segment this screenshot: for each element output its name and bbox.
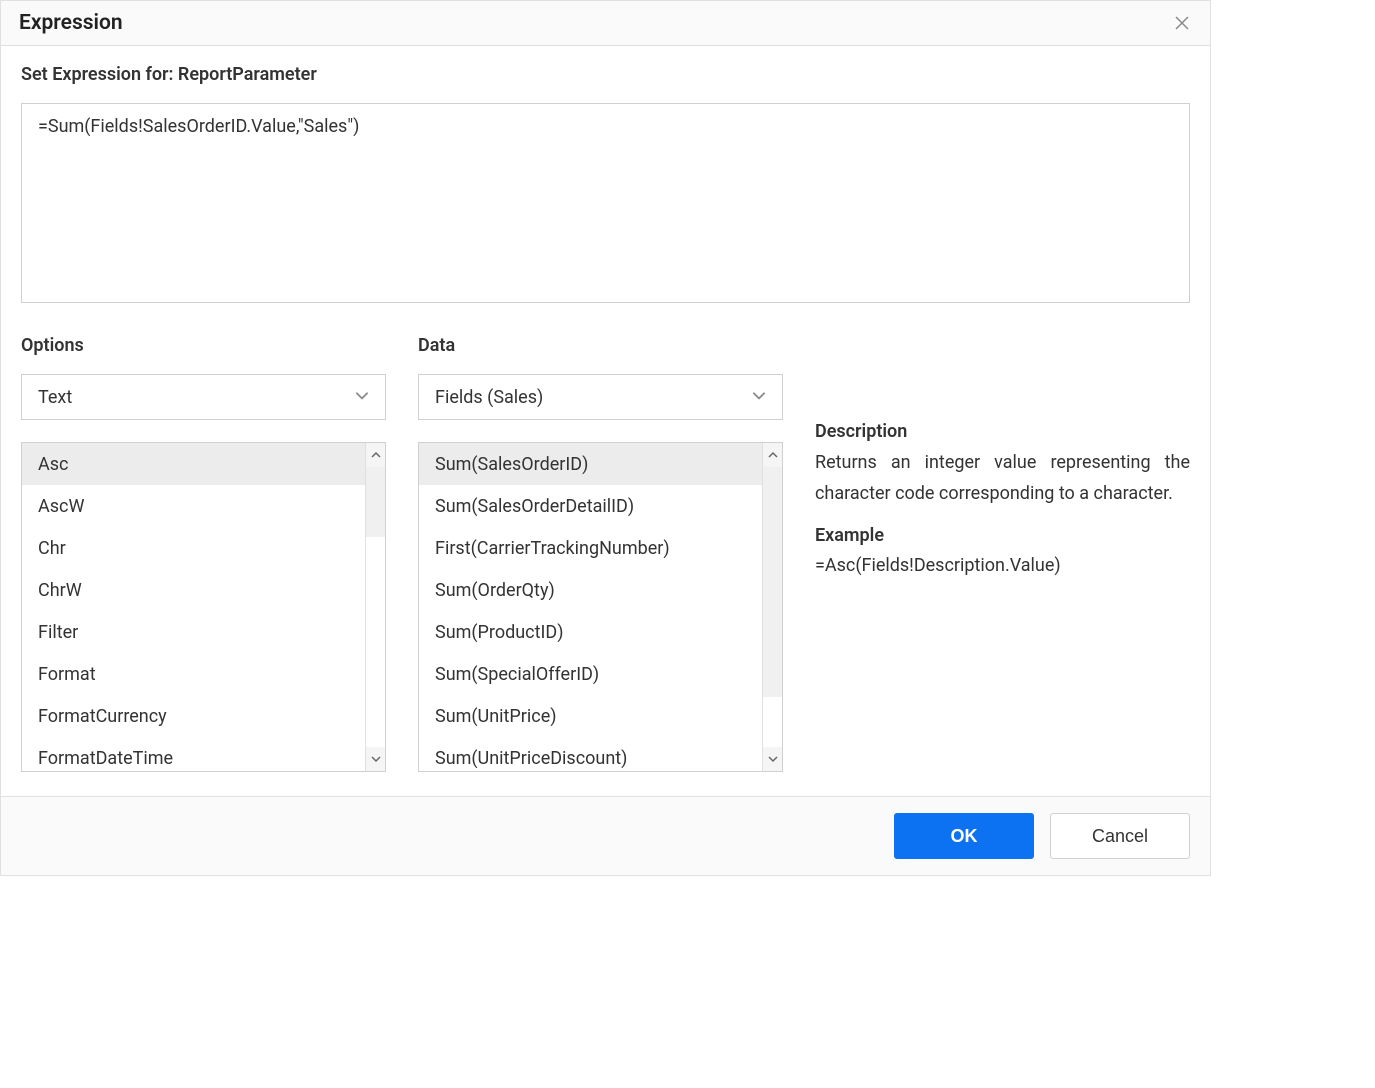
close-icon[interactable] [1172, 13, 1192, 33]
dialog-footer: OK Cancel [1, 796, 1210, 875]
description-text: Returns an integer value representing th… [815, 448, 1190, 509]
scroll-track[interactable] [763, 467, 782, 747]
options-list-items: Asc AscW Chr ChrW Filter Format FormatCu… [22, 443, 365, 771]
list-item[interactable]: FormatDateTime [22, 737, 365, 771]
ok-button[interactable]: OK [894, 813, 1034, 859]
data-label: Data [418, 335, 783, 356]
list-item[interactable]: Sum(UnitPrice) [419, 695, 762, 737]
options-select[interactable]: Text [21, 374, 386, 420]
scroll-track[interactable] [366, 467, 385, 747]
columns: Options Text Asc AscW Chr ChrW Filter Fo… [21, 335, 1190, 772]
list-item[interactable]: Sum(SalesOrderID) [419, 443, 762, 485]
data-column: Data Fields (Sales) Sum(SalesOrderID) Su… [418, 335, 783, 772]
list-item[interactable]: Sum(SpecialOfferID) [419, 653, 762, 695]
list-item[interactable]: Sum(SalesOrderDetailID) [419, 485, 762, 527]
example-heading: Example [815, 525, 1190, 546]
list-item[interactable]: Asc [22, 443, 365, 485]
data-select[interactable]: Fields (Sales) [418, 374, 783, 420]
data-listbox: Sum(SalesOrderID) Sum(SalesOrderDetailID… [418, 442, 783, 772]
list-item[interactable]: Filter [22, 611, 365, 653]
dialog-body: Set Expression for: ReportParameter Opti… [1, 46, 1210, 796]
list-item[interactable]: Sum(UnitPriceDiscount) [419, 737, 762, 771]
scroll-down-icon[interactable] [366, 747, 385, 771]
data-list-items: Sum(SalesOrderID) Sum(SalesOrderDetailID… [419, 443, 762, 771]
chevron-down-icon [353, 386, 371, 408]
expression-dialog: Expression Set Expression for: ReportPar… [0, 0, 1211, 876]
list-item[interactable]: ChrW [22, 569, 365, 611]
options-listbox: Asc AscW Chr ChrW Filter Format FormatCu… [21, 442, 386, 772]
list-item[interactable]: Sum(OrderQty) [419, 569, 762, 611]
set-expression-label: Set Expression for: ReportParameter [21, 64, 1190, 85]
description-column: Description Returns an integer value rep… [815, 335, 1190, 772]
cancel-button[interactable]: Cancel [1050, 813, 1190, 859]
list-item[interactable]: Format [22, 653, 365, 695]
description-heading: Description [815, 421, 1190, 442]
scroll-up-icon[interactable] [366, 443, 385, 467]
list-item[interactable]: AscW [22, 485, 365, 527]
options-column: Options Text Asc AscW Chr ChrW Filter Fo… [21, 335, 386, 772]
dialog-header: Expression [1, 1, 1210, 46]
list-item[interactable]: Chr [22, 527, 365, 569]
list-item[interactable]: FormatCurrency [22, 695, 365, 737]
scroll-thumb[interactable] [366, 467, 385, 537]
options-scrollbar[interactable] [365, 443, 385, 771]
list-item[interactable]: Sum(ProductID) [419, 611, 762, 653]
chevron-down-icon [750, 386, 768, 408]
expression-textarea[interactable] [21, 103, 1190, 303]
scroll-up-icon[interactable] [763, 443, 782, 467]
dialog-title: Expression [19, 11, 123, 35]
scroll-thumb[interactable] [763, 467, 782, 697]
data-scrollbar[interactable] [762, 443, 782, 771]
options-select-value: Text [38, 387, 72, 408]
example-text: =Asc(Fields!Description.Value) [815, 552, 1190, 581]
options-label: Options [21, 335, 386, 356]
scroll-down-icon[interactable] [763, 747, 782, 771]
list-item[interactable]: First(CarrierTrackingNumber) [419, 527, 762, 569]
data-select-value: Fields (Sales) [435, 387, 543, 408]
